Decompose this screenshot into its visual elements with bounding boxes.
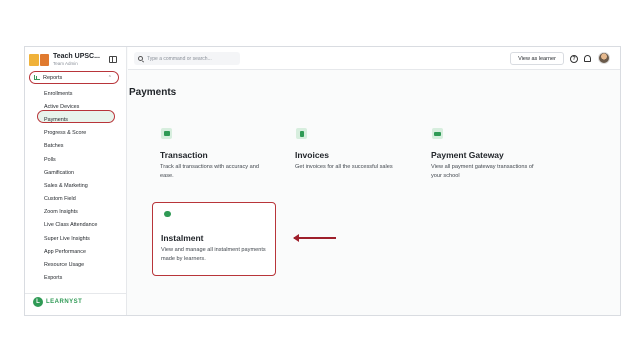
sidebar-divider (25, 293, 127, 294)
hand-coin-icon (162, 208, 173, 219)
bell-icon[interactable] (584, 55, 591, 62)
help-icon[interactable]: ? (570, 55, 578, 63)
brand-footer: LEARNYST (46, 299, 83, 305)
sidebar-item-active-devices[interactable]: Active Devices (43, 100, 97, 113)
sidebar-item-live-class-attendance[interactable]: Live Class Attendance (43, 219, 97, 232)
sidebar-item-enrollments[interactable]: Enrollments (43, 87, 97, 100)
invoice-icon (296, 128, 307, 139)
chart-icon (34, 75, 40, 80)
card-transaction[interactable]: Transaction Track all transactions with … (152, 119, 276, 181)
chevron-up-icon: ⌃ (107, 75, 112, 81)
card-payment-gateway[interactable]: Payment Gateway View all payment gateway… (423, 119, 547, 181)
avatar[interactable] (598, 52, 610, 64)
sidebar-collapse-icon[interactable] (109, 56, 117, 63)
sidebar-item-app-performance[interactable]: App Performance (43, 245, 97, 258)
sidebar-item-polls[interactable]: Polls (43, 153, 97, 166)
sidebar-item-sales-marketing[interactable]: Sales & Marketing (43, 179, 97, 192)
annotation-arrow-icon (293, 234, 336, 242)
org-logo (29, 54, 49, 66)
card-title: Instalment (161, 233, 204, 243)
org-name: Teach UPSC... (53, 53, 100, 61)
card-invoices[interactable]: Invoices Get invoices for all the succes… (287, 119, 411, 181)
page-title: Payments (129, 87, 177, 98)
command-search-input[interactable]: Type a command or search... (134, 52, 240, 65)
card-title: Invoices (295, 150, 330, 160)
search-icon (138, 56, 143, 61)
sidebar-item-payments[interactable]: Payments (43, 113, 97, 126)
sidebar-item-custom-field[interactable]: Custom Field (43, 193, 97, 206)
learnyst-logo: L LEARNYST (33, 297, 82, 307)
sidebar-item-label: Reports (43, 74, 63, 81)
card-title: Transaction (160, 150, 208, 160)
sidebar-item-exports[interactable]: Exports (43, 272, 97, 285)
card-icon (432, 128, 443, 139)
sidebar-item-reports[interactable]: Reports ⌃ (29, 71, 119, 84)
search-placeholder: Type a command or search... (147, 55, 212, 62)
view-as-learner-button[interactable]: View as learner (510, 52, 564, 65)
sidebar-item-resource-usage[interactable]: Resource Usage (43, 258, 97, 271)
cash-icon (161, 128, 172, 139)
sidebar-item-gamification[interactable]: Gamification (43, 166, 97, 179)
sidebar-item-batches[interactable]: Batches (43, 140, 97, 153)
app-window: Teach UPSC... Team Admin Reports ⌃ Enrol… (24, 46, 621, 316)
reports-subnav: Enrollments Active Devices Payments Prog… (43, 87, 97, 285)
sidebar: Teach UPSC... Team Admin Reports ⌃ Enrol… (25, 47, 127, 315)
card-description: Get invoices for all the successful sale… (295, 164, 393, 170)
top-bar: Type a command or search... View as lear… (128, 47, 620, 70)
sidebar-item-progress-score[interactable]: Progress & Score (43, 127, 97, 140)
card-title: Payment Gateway (431, 150, 504, 160)
card-description: Track all transactions with accuracy and… (160, 164, 259, 179)
org-role: Team Admin (53, 61, 78, 67)
card-instalment[interactable]: Instalment View and manage all instalmen… (152, 202, 276, 276)
card-description: View all payment gateway transactions of… (431, 164, 534, 179)
sidebar-item-zoom-insights[interactable]: Zoom Insights (43, 206, 97, 219)
sidebar-item-super-live-insights[interactable]: Super Live Insights (43, 232, 97, 245)
learnyst-mark-icon: L (33, 297, 43, 307)
card-description: View and manage all instalment payments … (161, 247, 266, 262)
